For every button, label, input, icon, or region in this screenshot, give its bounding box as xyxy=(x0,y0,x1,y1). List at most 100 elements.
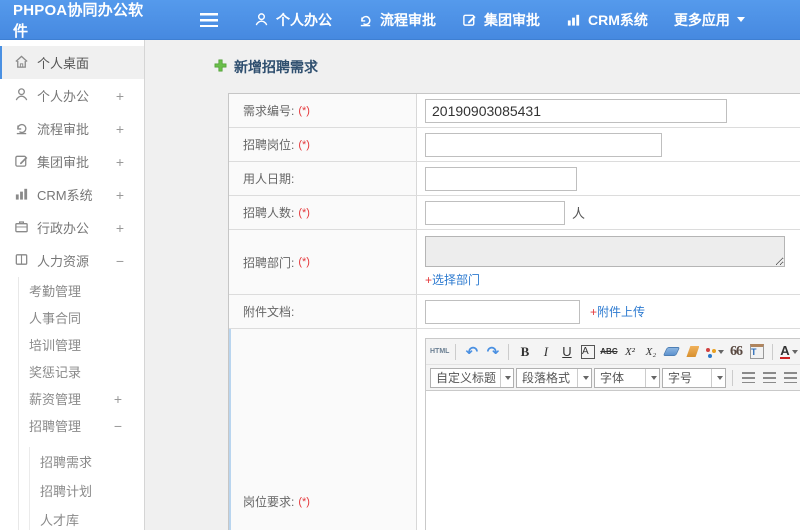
app-window: PHPOA协同办公软件 个人办公 流程审批 集团审批 CRM系统 更多应用 个人… xyxy=(0,0,800,530)
demand-no-input[interactable] xyxy=(425,98,727,123)
undo-button[interactable]: ↶ xyxy=(462,342,481,361)
main-content: 新增招聘需求 需求编号:(*) 招聘岗位:(*) xyxy=(145,40,800,530)
bold-button[interactable]: B xyxy=(515,342,534,361)
chevron-down-icon xyxy=(582,376,589,383)
font-style-button[interactable]: A xyxy=(578,342,597,361)
sidebar-item-label: 考勤管理 xyxy=(29,284,82,299)
chevron-down-icon xyxy=(505,376,511,383)
expand-plus-icon[interactable]: + xyxy=(116,154,124,170)
nav-more-apps[interactable]: 更多应用 xyxy=(674,10,745,30)
top-header: PHPOA协同办公软件 个人办公 流程审批 集团审批 CRM系统 更多应用 xyxy=(0,0,800,40)
field-label: 招聘部门: (*) xyxy=(229,230,417,294)
form-row-hire-date: 用人日期: xyxy=(229,162,800,196)
sidebar-toggle-button[interactable] xyxy=(200,12,218,27)
superscript-button[interactable]: X² xyxy=(620,342,639,361)
align-right-icon xyxy=(784,372,797,383)
sidebar-item-recruitment[interactable]: 招聘管理 − xyxy=(19,412,144,439)
chevron-down-icon xyxy=(716,376,723,383)
custom-heading-select[interactable]: 自定义标题 xyxy=(430,367,514,388)
department-textarea[interactable] xyxy=(425,236,785,267)
sidebar-item-label: CRM系统 xyxy=(37,188,93,203)
field-label: 招聘人数: (*) xyxy=(229,196,417,229)
nav-group-approval[interactable]: 集团审批 xyxy=(462,10,540,30)
bar-chart-icon xyxy=(14,186,37,204)
color-palette-button[interactable] xyxy=(704,342,725,361)
sidebar-item-training[interactable]: 培训管理 xyxy=(19,331,144,358)
align-right-button[interactable] xyxy=(781,369,800,387)
font-color-button[interactable]: A xyxy=(779,342,798,361)
sidebar-item-personal-office[interactable]: 个人办公 + xyxy=(0,79,144,112)
top-navigation: 个人办公 流程审批 集团审批 CRM系统 更多应用 xyxy=(254,10,745,30)
toolbar-separator xyxy=(732,369,733,386)
home-icon xyxy=(14,54,37,72)
sidebar-item-human-resources[interactable]: 人力资源 − xyxy=(0,244,144,277)
collapse-minus-icon[interactable]: − xyxy=(114,418,122,434)
plus-icon: + xyxy=(590,305,598,319)
field-label: 用人日期: xyxy=(229,162,417,195)
nav-personal-office[interactable]: 个人办公 xyxy=(254,10,332,30)
sidebar-item-recruit-demand[interactable]: 招聘需求 xyxy=(30,447,144,476)
strikethrough-button[interactable]: ABC xyxy=(599,342,618,361)
sidebar-item-attendance[interactable]: 考勤管理 xyxy=(19,277,144,304)
expand-plus-icon[interactable]: + xyxy=(114,391,122,407)
subscript-button[interactable]: X₂ xyxy=(641,342,660,361)
align-left-button[interactable] xyxy=(739,369,758,387)
required-mark: (*) xyxy=(298,495,310,508)
underline-button[interactable]: U xyxy=(557,342,576,361)
nav-workflow-approval[interactable]: 流程审批 xyxy=(358,10,436,30)
plus-icon: + xyxy=(425,273,433,287)
expand-plus-icon[interactable]: + xyxy=(116,88,124,104)
paste-button[interactable]: T xyxy=(747,342,766,361)
sidebar-item-admin-office[interactable]: 行政办公 + xyxy=(0,211,144,244)
expand-plus-icon[interactable]: + xyxy=(116,220,124,236)
align-center-button[interactable] xyxy=(760,369,779,387)
collapse-minus-icon[interactable]: − xyxy=(116,253,124,269)
sidebar-item-rewards[interactable]: 奖惩记录 xyxy=(19,358,144,385)
attachment-input[interactable] xyxy=(425,299,580,324)
person-icon xyxy=(254,12,269,27)
sidebar-item-hr-contract[interactable]: 人事合同 xyxy=(19,304,144,331)
sidebar-item-salary[interactable]: 薪资管理 + xyxy=(19,385,144,412)
hire-date-input[interactable] xyxy=(425,166,577,191)
position-input[interactable] xyxy=(425,132,662,157)
form-row-headcount: 招聘人数: (*) 人 xyxy=(229,196,800,230)
field-label: 需求编号: (*) xyxy=(229,94,417,127)
sidebar-item-recruit-plan[interactable]: 招聘计划 xyxy=(30,476,144,505)
chevron-down-icon xyxy=(736,17,745,26)
editor-content-area[interactable] xyxy=(426,391,800,530)
sidebar-item-crm-system[interactable]: CRM系统 + xyxy=(0,178,144,211)
format-brush-button[interactable] xyxy=(683,342,702,361)
nav-crm-system[interactable]: CRM系统 xyxy=(566,10,648,30)
redo-button[interactable]: ↷ xyxy=(483,342,502,361)
superscript-icon: X² xyxy=(624,345,635,358)
attachment-upload-link[interactable]: +附件上传 xyxy=(590,303,645,320)
sidebar-item-personal-desktop[interactable]: 个人桌面 xyxy=(0,46,144,79)
font-family-select[interactable]: 字体 xyxy=(594,367,660,388)
sidebar-item-label: 行政办公 xyxy=(37,221,90,236)
sidebar-item-group-approval[interactable]: 集团审批 + xyxy=(0,145,144,178)
app-logo: PHPOA协同办公软件 xyxy=(13,1,144,40)
required-mark: (*) xyxy=(298,256,310,268)
sidebar-item-label: 招聘需求 xyxy=(40,455,93,470)
blockquote-button[interactable]: 66 xyxy=(726,342,745,361)
html-source-button[interactable]: HTML xyxy=(430,342,449,361)
sidebar: 个人桌面 个人办公 + 流程审批 + 集团审批 + CRM系统 + 行政办公 + xyxy=(0,40,145,530)
eraser-icon xyxy=(663,347,681,356)
workflow-icon xyxy=(14,120,37,138)
edit-icon xyxy=(14,153,37,171)
font-size-select[interactable]: 字号 xyxy=(662,367,726,388)
headcount-unit-label: 人 xyxy=(572,206,586,221)
sidebar-item-talent-pool[interactable]: 人才库 xyxy=(30,505,144,530)
paragraph-format-select[interactable]: 段落格式 xyxy=(516,367,592,388)
nav-label: 更多应用 xyxy=(673,11,730,28)
remove-format-button[interactable] xyxy=(662,342,681,361)
expand-plus-icon[interactable]: + xyxy=(116,187,124,203)
field-label: 招聘岗位: (*) xyxy=(229,128,417,161)
expand-plus-icon[interactable]: + xyxy=(116,121,124,137)
headcount-input[interactable] xyxy=(425,200,565,225)
required-mark: (*) xyxy=(298,206,310,219)
sidebar-item-workflow-approval[interactable]: 流程审批 + xyxy=(0,112,144,145)
italic-button[interactable]: I xyxy=(536,342,555,361)
sidebar-item-label: 人事合同 xyxy=(29,311,82,326)
select-department-link[interactable]: +选择部门 xyxy=(425,271,480,288)
